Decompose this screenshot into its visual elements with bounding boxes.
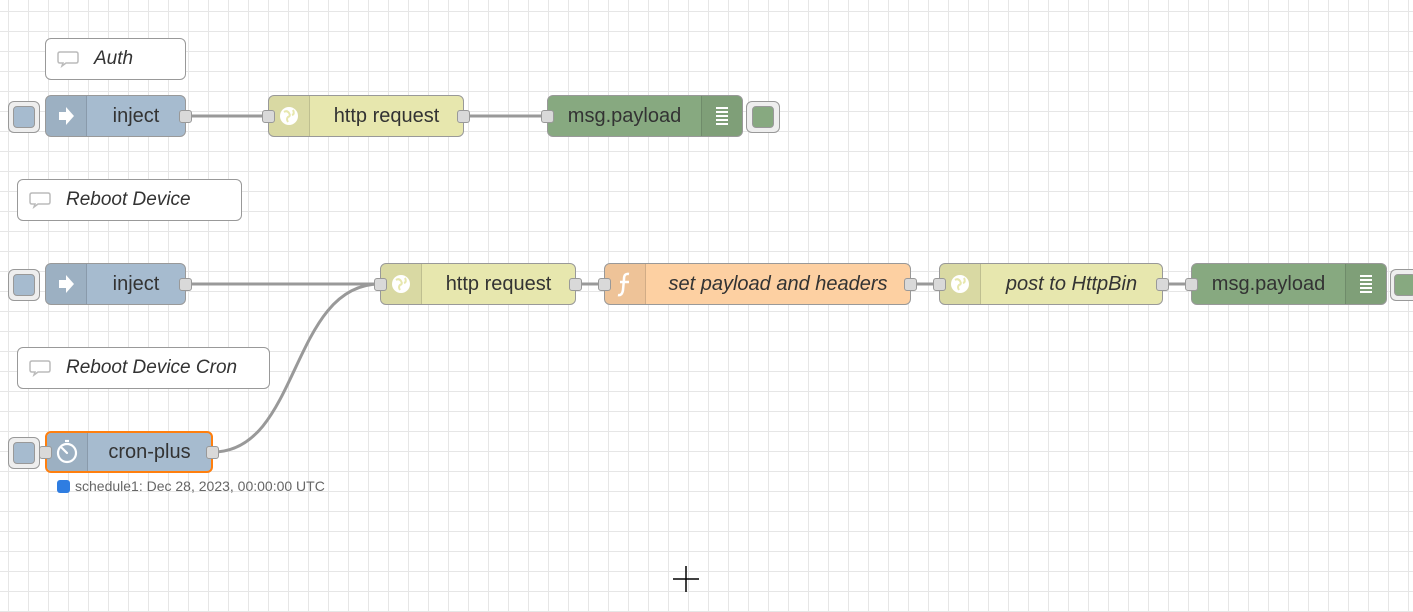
comment-label: Reboot Device <box>66 189 191 210</box>
inject-node-2[interactable]: inject <box>8 263 192 305</box>
globe-icon <box>381 264 422 304</box>
crosshair-cursor-icon <box>673 566 699 592</box>
output-port[interactable] <box>569 278 582 291</box>
debug-toggle-button[interactable] <box>1390 269 1413 301</box>
status-text: schedule1: Dec 28, 2023, 00:00:00 UTC <box>75 478 325 494</box>
output-port[interactable] <box>179 278 192 291</box>
input-port[interactable] <box>933 278 946 291</box>
inject-node-1[interactable]: inject <box>8 95 192 137</box>
comment-label: Reboot Device Cron <box>66 357 238 378</box>
node-label: inject <box>112 272 160 295</box>
input-port[interactable] <box>39 446 52 459</box>
node-label: inject <box>112 104 160 127</box>
http-request-node-2[interactable]: http request <box>374 263 582 305</box>
debug-node-2[interactable]: msg.payload <box>1185 263 1413 305</box>
input-port[interactable] <box>598 278 611 291</box>
speech-bubble-icon <box>56 50 80 68</box>
debug-node-1[interactable]: msg.payload <box>541 95 780 137</box>
http-request-node-post[interactable]: post to HttpBin <box>933 263 1169 305</box>
function-node[interactable]: set payload and headers <box>598 263 917 305</box>
arrow-in-icon <box>46 264 87 304</box>
node-label: post to HttpBin <box>1005 272 1138 295</box>
globe-icon <box>269 96 310 136</box>
node-label: cron-plus <box>108 440 191 463</box>
input-port[interactable] <box>262 110 275 123</box>
output-port[interactable] <box>457 110 470 123</box>
flow-wires <box>186 114 1191 454</box>
inject-trigger-button[interactable] <box>8 269 40 301</box>
inject-trigger-button[interactable] <box>8 101 40 133</box>
speech-bubble-icon <box>28 191 52 209</box>
status-dot-icon <box>57 479 70 493</box>
node-label: http request <box>333 104 440 127</box>
comment-node-reboot-cron[interactable]: Reboot Device Cron <box>17 347 270 389</box>
list-icon <box>701 96 742 136</box>
cron-trigger-button[interactable] <box>8 437 40 469</box>
globe-icon <box>940 264 981 304</box>
output-port[interactable] <box>206 446 219 459</box>
arrow-in-icon <box>46 96 87 136</box>
list-icon <box>1345 264 1386 304</box>
cron-plus-node[interactable]: cron-plus <box>8 431 219 473</box>
timer-icon <box>47 433 88 471</box>
function-icon <box>605 264 646 304</box>
node-label: set payload and headers <box>668 272 888 295</box>
speech-bubble-icon <box>28 359 52 377</box>
input-port[interactable] <box>541 110 554 123</box>
output-port[interactable] <box>904 278 917 291</box>
node-label: msg.payload <box>567 104 682 127</box>
node-status: schedule1: Dec 28, 2023, 00:00:00 UTC <box>57 478 325 494</box>
debug-toggle-button[interactable] <box>746 101 780 133</box>
http-request-node-1[interactable]: http request <box>262 95 470 137</box>
input-port[interactable] <box>1185 278 1198 291</box>
node-label: http request <box>445 272 552 295</box>
comment-label: Auth <box>94 48 134 69</box>
input-port[interactable] <box>374 278 387 291</box>
node-label: msg.payload <box>1211 272 1326 295</box>
comment-node-auth[interactable]: Auth <box>45 38 186 80</box>
output-port[interactable] <box>1156 278 1169 291</box>
comment-node-reboot[interactable]: Reboot Device <box>17 179 242 221</box>
output-port[interactable] <box>179 110 192 123</box>
